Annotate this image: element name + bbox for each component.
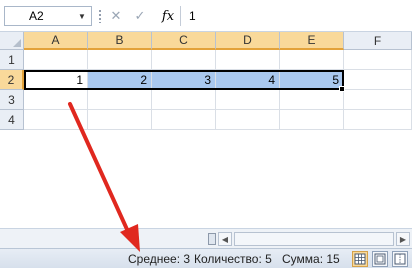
tab-split-handle[interactable] xyxy=(208,233,216,245)
enter-button[interactable]: ✓ xyxy=(132,8,148,24)
cell-c1[interactable] xyxy=(152,50,216,70)
insert-function-button[interactable]: fx xyxy=(158,6,178,26)
cell-c3[interactable] xyxy=(152,90,216,110)
worksheet-grid[interactable]: A B C D E F 1 2 3 4 1 2 3 4 5 xyxy=(0,32,412,228)
row-header-3[interactable]: 3 xyxy=(0,90,24,110)
cell-e2[interactable]: 5 xyxy=(280,70,344,90)
page-break-view-button[interactable] xyxy=(392,251,408,267)
normal-view-button[interactable] xyxy=(352,251,368,267)
cell-d3[interactable] xyxy=(216,90,280,110)
horizontal-scrollbar[interactable]: ◀ ▶ xyxy=(0,228,412,248)
cell-d4[interactable] xyxy=(216,110,280,130)
column-header-c[interactable]: C xyxy=(152,32,216,50)
formula-input[interactable]: 1 xyxy=(180,6,412,26)
chevron-down-icon[interactable]: ▼ xyxy=(72,6,92,26)
cancel-button[interactable]: ✕ xyxy=(108,8,124,24)
page-layout-view-icon xyxy=(374,253,386,265)
scroll-right-button[interactable]: ▶ xyxy=(396,232,410,246)
formula-value: 1 xyxy=(189,9,196,23)
column-header-e[interactable]: E xyxy=(280,32,344,50)
status-average[interactable]: Среднее: 3 xyxy=(128,252,190,266)
select-all-button[interactable] xyxy=(0,32,24,50)
formula-bar-grip[interactable] xyxy=(98,9,102,23)
cell-f4[interactable] xyxy=(344,110,412,130)
fill-handle[interactable] xyxy=(339,86,345,92)
column-header-a[interactable]: A xyxy=(24,32,88,50)
name-box-value: A2 xyxy=(29,9,44,23)
page-layout-view-button[interactable] xyxy=(372,251,388,267)
cell-a1[interactable] xyxy=(24,50,88,70)
cell-a4[interactable] xyxy=(24,110,88,130)
page-break-view-icon xyxy=(394,253,406,265)
cell-f1[interactable] xyxy=(344,50,412,70)
cell-b3[interactable] xyxy=(88,90,152,110)
cell-c2[interactable]: 3 xyxy=(152,70,216,90)
status-count[interactable]: Количество: 5 xyxy=(194,252,272,266)
row-header-2[interactable]: 2 xyxy=(0,70,24,90)
cell-d2[interactable]: 4 xyxy=(216,70,280,90)
cell-d1[interactable] xyxy=(216,50,280,70)
status-bar: Среднее: 3 Количество: 5 Сумма: 15 xyxy=(0,248,412,268)
column-header-f[interactable]: F xyxy=(344,32,412,50)
column-header-b[interactable]: B xyxy=(88,32,152,50)
column-header-d[interactable]: D xyxy=(216,32,280,50)
cell-e4[interactable] xyxy=(280,110,344,130)
row-header-1[interactable]: 1 xyxy=(0,50,24,70)
cell-b4[interactable] xyxy=(88,110,152,130)
cell-c4[interactable] xyxy=(152,110,216,130)
cell-a3[interactable] xyxy=(24,90,88,110)
cell-e3[interactable] xyxy=(280,90,344,110)
row-header-4[interactable]: 4 xyxy=(0,110,24,130)
cell-f3[interactable] xyxy=(344,90,412,110)
cell-b1[interactable] xyxy=(88,50,152,70)
formula-bar: A2 ▼ ✕ ✓ fx 1 xyxy=(0,0,412,32)
scroll-thumb[interactable] xyxy=(234,232,394,246)
cell-e1[interactable] xyxy=(280,50,344,70)
cell-f2[interactable] xyxy=(344,70,412,90)
status-sum[interactable]: Сумма: 15 xyxy=(282,252,340,266)
normal-view-icon xyxy=(354,253,366,265)
scroll-left-button[interactable]: ◀ xyxy=(218,232,232,246)
cell-a2[interactable]: 1 xyxy=(24,70,88,90)
cell-b2[interactable]: 2 xyxy=(88,70,152,90)
